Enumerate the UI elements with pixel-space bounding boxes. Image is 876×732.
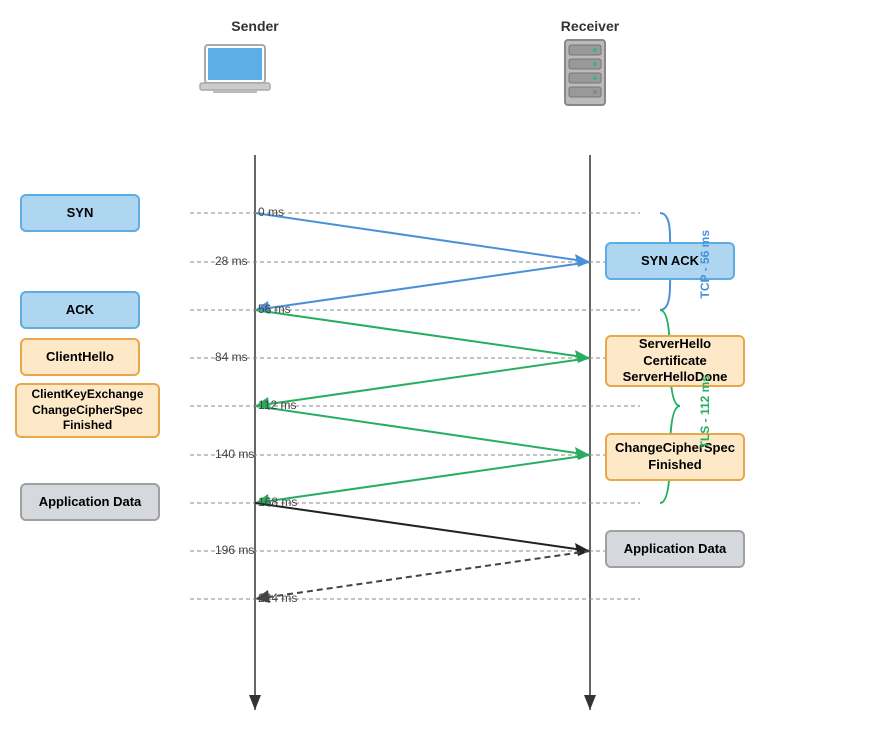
time-84ms: 84 ms — [215, 350, 248, 364]
tls-brace-label: TLS - 112 ms — [698, 375, 712, 448]
server-hello-box: ServerHello Certificate ServerHelloDone — [605, 335, 745, 387]
tcp-brace-label: TCP - 56 ms — [698, 230, 712, 298]
syn-box: SYN — [20, 194, 140, 232]
diagram: Sender Receiver 0 ms 28 — [0, 0, 876, 732]
change-cipher-spec-box: ChangeCipherSpec Finished — [605, 433, 745, 481]
receiver-icon — [545, 35, 625, 118]
syn-ack-box: SYN ACK — [605, 242, 735, 280]
client-hello-box: ClientHello — [20, 338, 140, 376]
time-140ms: 140 ms — [215, 447, 254, 461]
sender-icon — [195, 40, 275, 113]
client-key-exchange-box: ClientKeyExchange ChangeCipherSpec Finis… — [15, 383, 160, 438]
app-data-sender-box: Application Data — [20, 483, 160, 521]
time-112ms: 112 ms — [258, 398, 296, 412]
time-196ms: 196 ms — [215, 543, 254, 557]
ack-box: ACK — [20, 291, 140, 329]
sender-label: Sender — [200, 18, 310, 34]
time-56ms: 56 ms — [258, 302, 291, 316]
time-168ms: 168 ms — [258, 495, 297, 509]
time-28ms: 28 ms — [215, 254, 248, 268]
time-224ms: 224 ms — [258, 591, 297, 605]
receiver-label: Receiver — [535, 18, 645, 34]
app-data-receiver-box: Application Data — [605, 530, 745, 568]
time-0ms: 0 ms — [258, 205, 284, 219]
